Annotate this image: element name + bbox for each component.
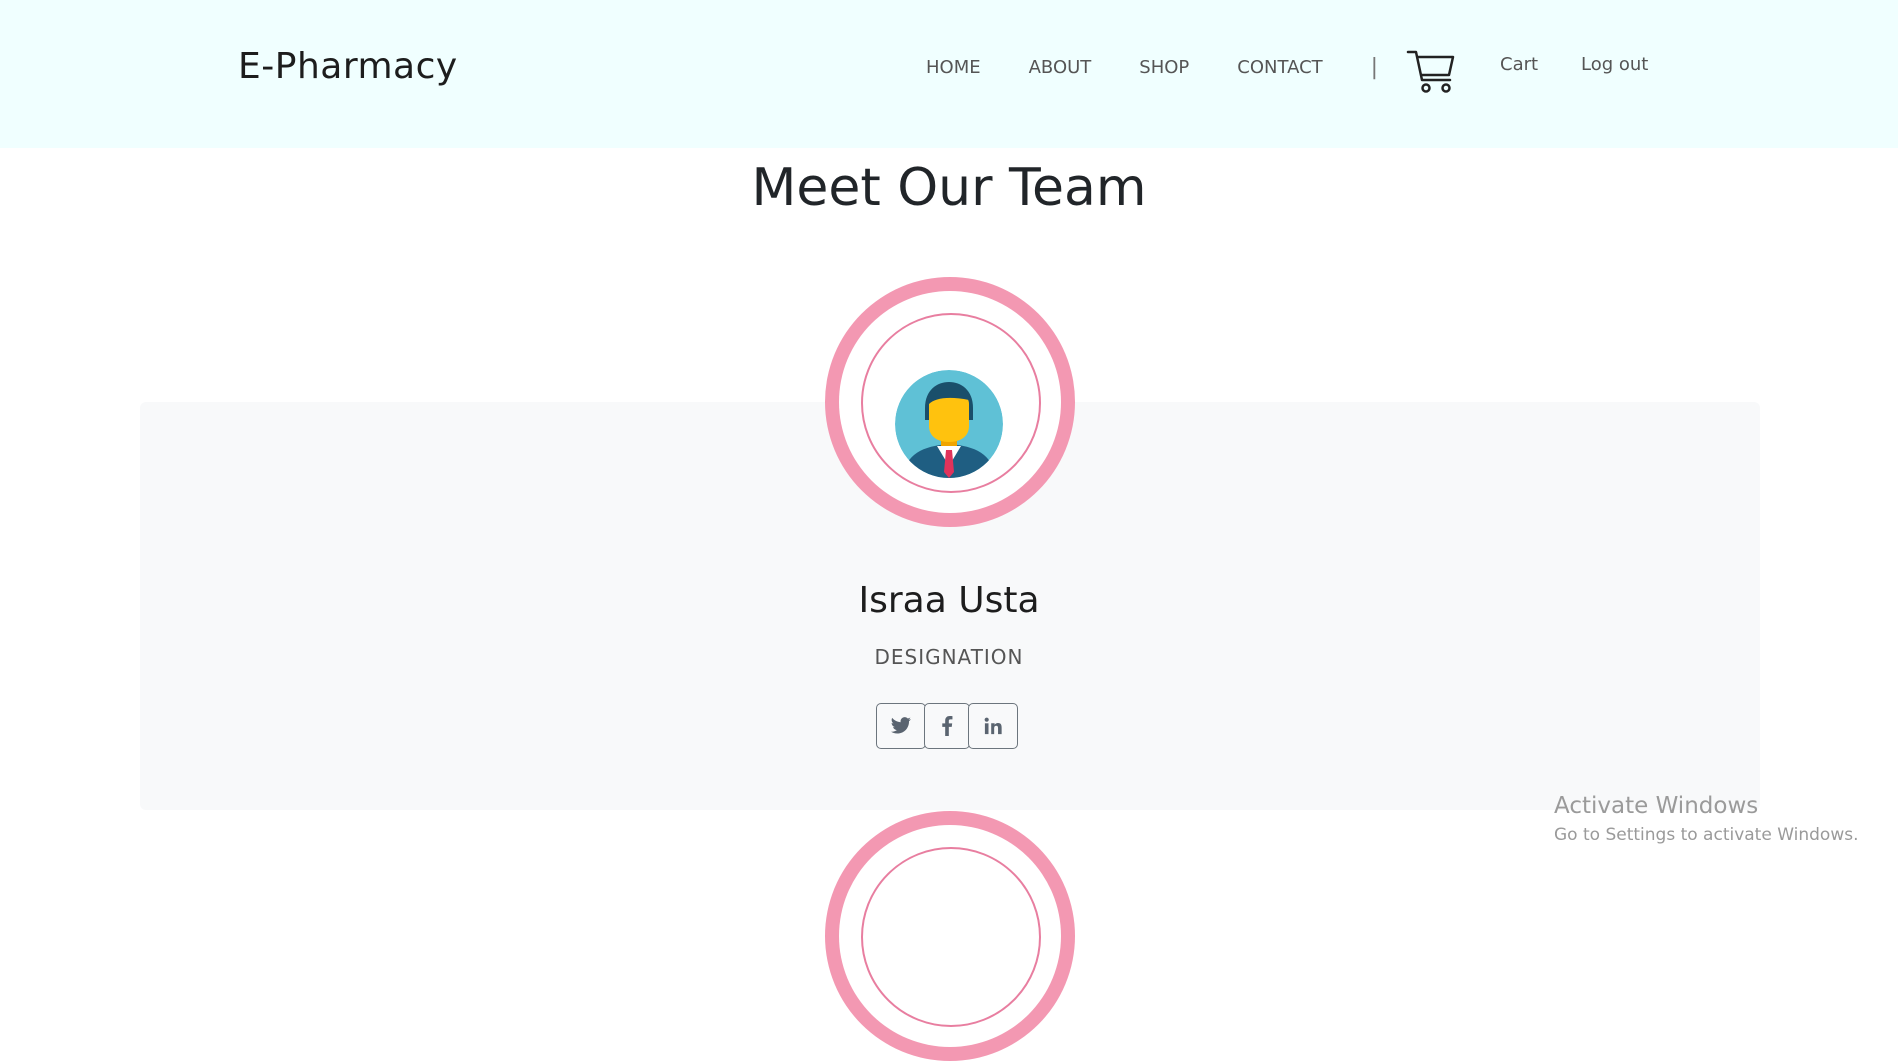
windows-activation-watermark: Activate Windows Go to Settings to activ…	[1554, 793, 1859, 845]
watermark-subtitle: Go to Settings to activate Windows.	[1554, 825, 1859, 845]
facebook-button[interactable]	[924, 703, 970, 749]
linkedin-button[interactable]	[968, 703, 1018, 749]
social-links	[876, 703, 1018, 749]
top-navbar: E-Pharmacy HOME ABOUT SHOP CONTACT | Car…	[0, 0, 1898, 148]
nav-contact-link[interactable]: CONTACT	[1237, 57, 1322, 78]
nav-links: HOME ABOUT SHOP CONTACT |	[926, 52, 1426, 82]
linkedin-icon	[984, 717, 1002, 735]
team-member-designation: DESIGNATION	[874, 645, 1024, 669]
nav-separator: |	[1370, 54, 1379, 80]
logout-link[interactable]: Log out	[1581, 54, 1648, 75]
twitter-button[interactable]	[876, 703, 926, 749]
brand-logo[interactable]: E-Pharmacy	[238, 46, 458, 87]
watermark-title: Activate Windows	[1554, 793, 1759, 819]
cart-icon[interactable]	[1406, 48, 1456, 94]
nav-about-link[interactable]: ABOUT	[1029, 57, 1092, 78]
next-avatar-frame	[825, 811, 1075, 1061]
facebook-icon	[942, 716, 953, 736]
nav-shop-link[interactable]: SHOP	[1139, 57, 1189, 78]
twitter-icon	[890, 717, 911, 734]
page-title: Meet Our Team	[751, 158, 1147, 218]
cart-link[interactable]: Cart	[1500, 54, 1538, 75]
team-member-name: Israa Usta	[858, 580, 1040, 621]
nav-home-link[interactable]: HOME	[926, 57, 981, 78]
avatar	[895, 370, 1003, 478]
